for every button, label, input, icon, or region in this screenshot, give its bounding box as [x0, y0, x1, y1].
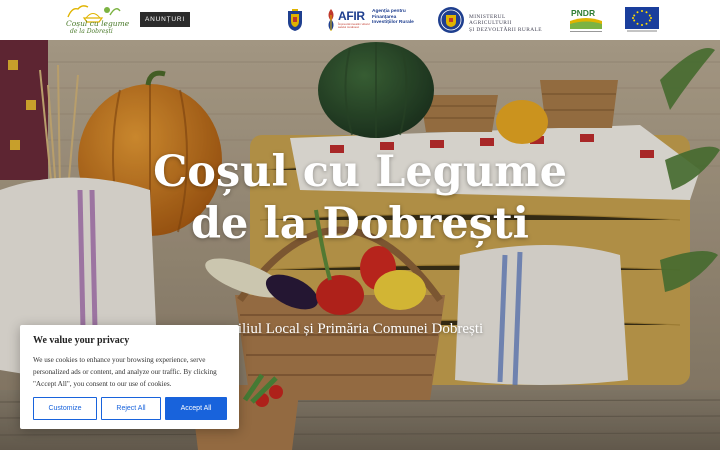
- afir-leaf-icon: [328, 9, 334, 31]
- afir-title: AFIR: [338, 9, 365, 23]
- announcements-button[interactable]: ANUNȚURI: [140, 12, 190, 27]
- eu-flag-icon: [625, 7, 659, 33]
- logo-text-line1: Coșul cu legume: [66, 19, 130, 28]
- ministry-name-line2: ȘI DEZVOLTĂRII RURALE: [469, 26, 542, 33]
- hero-title-line1: Coșul cu Legume: [153, 147, 567, 197]
- hero-subtitle: siliul Local și Primăria Comunei Dobreșt…: [232, 321, 484, 337]
- accept-all-button[interactable]: Accept All: [165, 397, 227, 420]
- afir-subtitle: Agenția pentru Finanțarea Investițiilor …: [372, 9, 414, 26]
- cookie-button-group: Customize Reject All Accept All: [33, 397, 227, 420]
- ministry-seal-icon: [438, 7, 464, 33]
- hero-title-line2: de la Dobrești: [190, 199, 530, 249]
- reject-all-button[interactable]: Reject All: [101, 397, 161, 420]
- pndr-field-icon: [570, 18, 602, 32]
- afir-tagline: Împreună investim viitorul satului român…: [338, 22, 370, 30]
- hero-title: Coșul cu Legume de la Dobrești: [120, 146, 600, 250]
- cookie-title: We value your privacy: [33, 335, 130, 346]
- customize-button[interactable]: Customize: [33, 397, 97, 420]
- romania-coat-of-arms-icon: [286, 8, 304, 32]
- ministry-logo: MINISTERUL AGRICULTURII ȘI DEZVOLTĂRII R…: [437, 6, 549, 34]
- afir-logo: AFIR Agenția pentru Finanțarea Investiți…: [325, 6, 420, 34]
- pndr-logo: PNDR: [568, 5, 604, 35]
- cookie-consent-banner: We value your privacy We use cookies to …: [20, 325, 239, 429]
- ministry-name-line1: MINISTERUL AGRICULTURII: [469, 14, 512, 27]
- cookie-description: We use cookies to enhance your browsing …: [33, 356, 217, 388]
- logo-text-line2: de la Dobrești: [70, 28, 113, 35]
- site-logo[interactable]: Coșul cu legume de la Dobrești: [62, 3, 129, 37]
- site-header: Coșul cu legume de la Dobrești ANUNȚURI …: [0, 0, 720, 40]
